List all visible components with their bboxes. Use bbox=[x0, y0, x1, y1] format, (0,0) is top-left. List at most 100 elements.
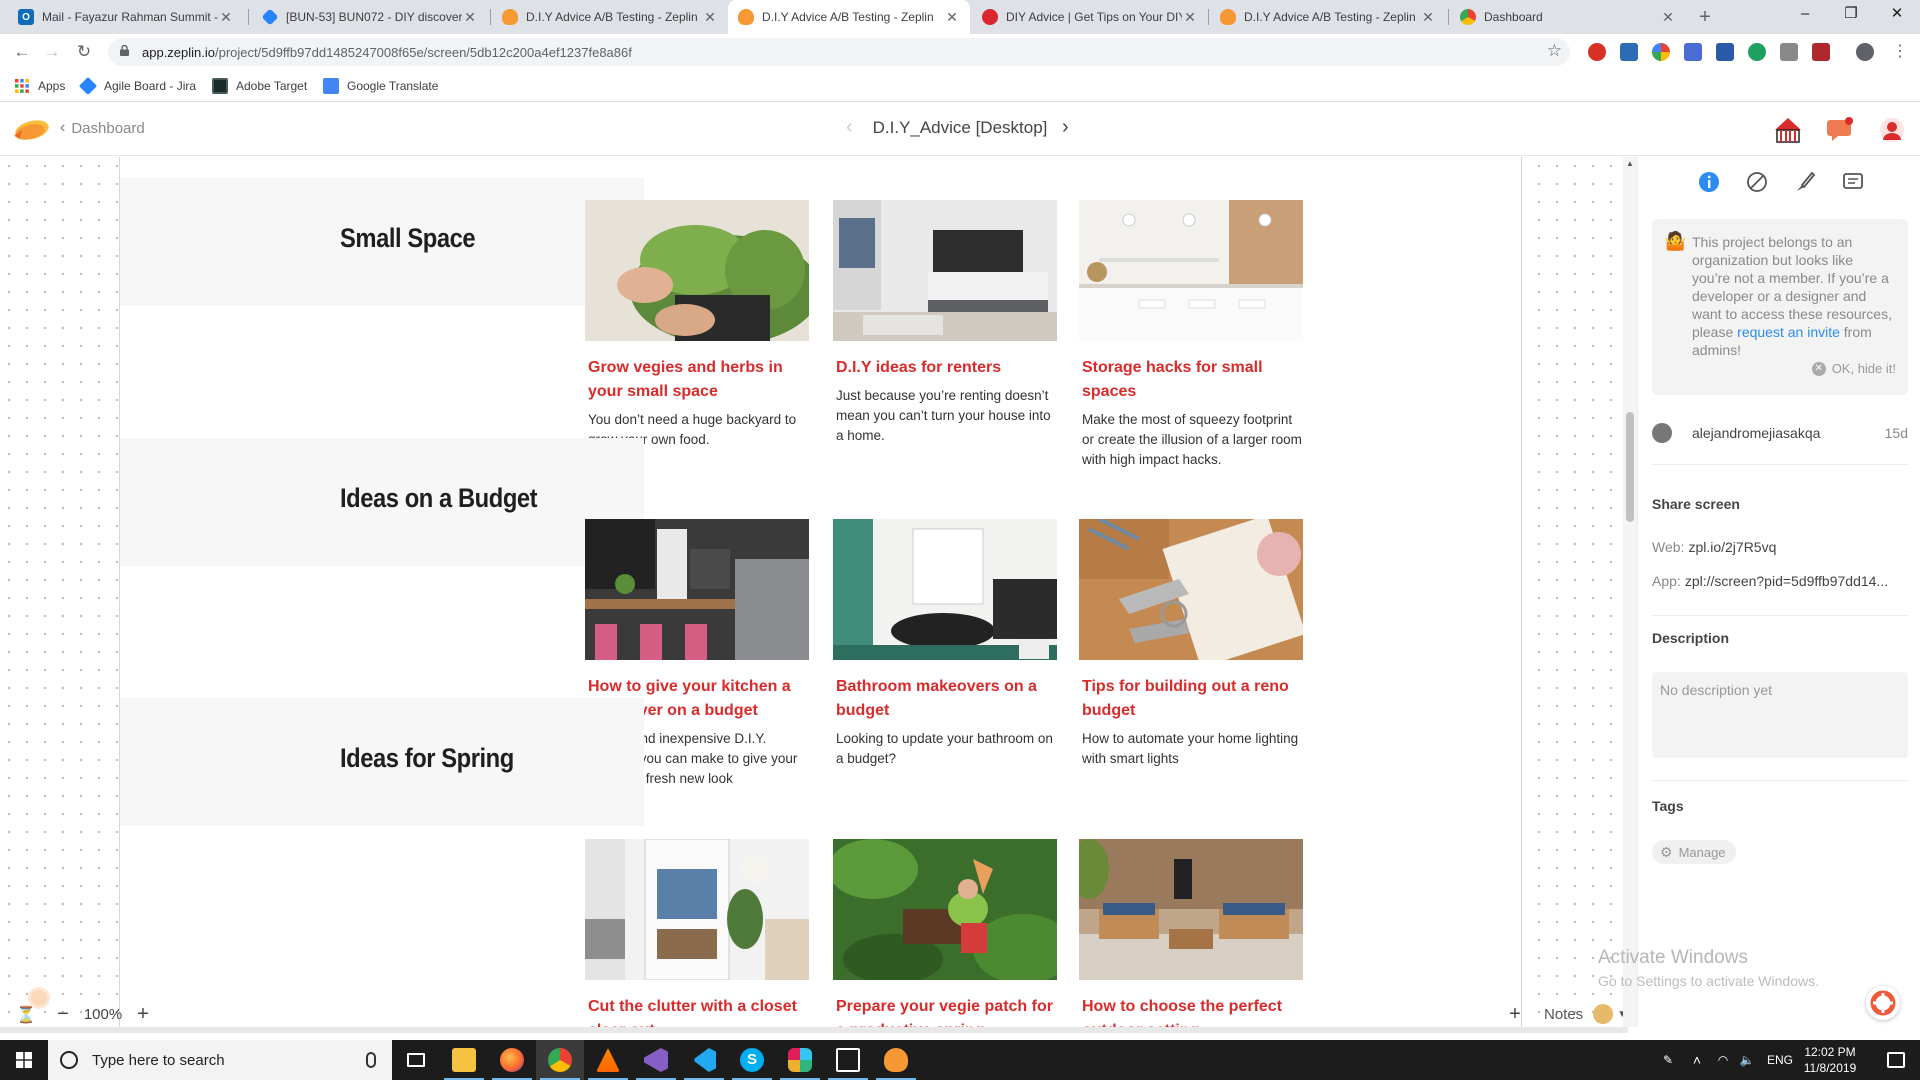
extension-icon[interactable] bbox=[1812, 43, 1830, 61]
bookmark-apps[interactable]: Apps bbox=[14, 78, 65, 94]
zoom-out-button[interactable]: − bbox=[50, 1003, 76, 1026]
more-menu-icon[interactable]: ⋮ bbox=[1888, 40, 1912, 64]
bookmark-jira[interactable]: Agile Board - Jira bbox=[78, 76, 196, 96]
browser-tab-active[interactable]: D.I.Y Advice A/B Testing - Zeplin ✕ bbox=[728, 0, 970, 34]
styleguide-brush-icon[interactable] bbox=[1792, 169, 1818, 195]
network-icon[interactable]: ◠ bbox=[1712, 1053, 1734, 1067]
organization-avatar-icon[interactable] bbox=[1772, 114, 1804, 146]
bookmark-google-translate[interactable]: Google Translate bbox=[323, 78, 438, 94]
extension-icon[interactable] bbox=[1748, 43, 1766, 61]
notifications-icon[interactable] bbox=[1824, 114, 1856, 146]
card-title[interactable]: How to choose the perfect outdoor settin… bbox=[1079, 995, 1303, 1027]
profile-icon[interactable] bbox=[1856, 43, 1874, 61]
extension-icon[interactable] bbox=[1780, 43, 1798, 61]
browser-tab[interactable]: O Mail - Fayazur Rahman Summit - ✕ bbox=[8, 0, 244, 34]
close-icon[interactable]: ✕ bbox=[1420, 9, 1436, 26]
comments-icon[interactable] bbox=[1840, 169, 1866, 195]
card-title[interactable]: Cut the clutter with a closet clear out bbox=[585, 995, 809, 1027]
emoji-avatar-icon[interactable] bbox=[1593, 1004, 1614, 1024]
zoom-level[interactable]: 100% bbox=[76, 1006, 130, 1023]
zeplin-icon[interactable] bbox=[872, 1040, 920, 1080]
reload-icon[interactable]: ↻ bbox=[72, 40, 96, 64]
forward-arrow-icon[interactable]: → bbox=[40, 40, 64, 64]
request-invite-link[interactable]: request an invite bbox=[1737, 324, 1840, 340]
close-icon[interactable]: ✕ bbox=[218, 9, 234, 26]
microphone-icon[interactable] bbox=[366, 1052, 376, 1068]
photos-icon[interactable] bbox=[824, 1040, 872, 1080]
card-title[interactable]: Storage hacks for small spaces bbox=[1079, 356, 1303, 404]
back-arrow-icon[interactable]: ← bbox=[10, 40, 34, 64]
extension-icon[interactable] bbox=[1588, 43, 1606, 61]
task-view-icon[interactable] bbox=[392, 1040, 440, 1080]
card-title[interactable]: Prepare your vegie patch for a productiv… bbox=[833, 995, 1057, 1027]
vlc-icon[interactable] bbox=[584, 1040, 632, 1080]
pen-workspace-icon[interactable]: ✎ bbox=[1654, 1053, 1682, 1067]
user-avatar[interactable] bbox=[1876, 114, 1908, 146]
article-card[interactable]: Grow vegies and herbs in your small spac… bbox=[585, 200, 809, 450]
browser-tab[interactable]: Dashboard ✕ bbox=[1450, 0, 1686, 34]
slack-icon[interactable] bbox=[776, 1040, 824, 1080]
zoom-in-button[interactable]: + bbox=[130, 1003, 156, 1026]
article-card[interactable]: D.I.Y ideas for renters Just because you… bbox=[833, 200, 1057, 446]
taskbar-search-box[interactable]: Type here to search bbox=[48, 1040, 392, 1080]
maximize-button[interactable]: ❐ bbox=[1828, 0, 1874, 30]
close-icon[interactable]: ✕ bbox=[1182, 9, 1198, 26]
vertical-scrollbar[interactable]: ▲ bbox=[1623, 157, 1637, 1027]
chrome-icon[interactable] bbox=[536, 1040, 584, 1080]
app-link[interactable]: zpl://screen?pid=5d9ffb97dd14... bbox=[1685, 573, 1888, 589]
description-field[interactable]: No description yet bbox=[1652, 672, 1908, 758]
hourglass-icon[interactable]: ⏳ bbox=[16, 1005, 36, 1025]
article-card[interactable]: Prepare your vegie patch for a productiv… bbox=[833, 839, 1057, 1027]
firefox-icon[interactable] bbox=[488, 1040, 536, 1080]
notification-center-icon[interactable] bbox=[1872, 1040, 1920, 1080]
card-title[interactable]: Grow vegies and herbs in your small spac… bbox=[585, 356, 809, 404]
close-icon[interactable]: ✕ bbox=[462, 9, 478, 26]
add-note-button[interactable]: + bbox=[1500, 1003, 1530, 1026]
close-icon[interactable]: ✕ bbox=[1660, 9, 1676, 26]
extension-icon[interactable] bbox=[1652, 43, 1670, 61]
browser-tab[interactable]: DIY Advice | Get Tips on Your DIY ✕ bbox=[972, 0, 1208, 34]
minimize-button[interactable]: – bbox=[1782, 0, 1828, 30]
extension-icon[interactable] bbox=[1684, 43, 1702, 61]
vscode-icon[interactable] bbox=[680, 1040, 728, 1080]
close-icon[interactable]: ✕ bbox=[944, 9, 960, 26]
card-title[interactable]: Tips for building out a reno budget bbox=[1079, 675, 1303, 723]
windows-start-button[interactable] bbox=[0, 1040, 48, 1080]
design-canvas[interactable]: Small Space Grow vegies and herbs in you… bbox=[0, 157, 1628, 1027]
extension-icon[interactable] bbox=[1716, 43, 1734, 61]
card-title[interactable]: Bathroom makeovers on a budget bbox=[833, 675, 1057, 723]
article-card[interactable]: Storage hacks for small spaces Make the … bbox=[1079, 200, 1303, 470]
browser-tab[interactable]: [BUN-53] BUN072 - DIY discover ✕ bbox=[252, 0, 488, 34]
close-icon[interactable]: ✕ bbox=[702, 9, 718, 26]
hide-notice-button[interactable]: ✕ OK, hide it! bbox=[1811, 361, 1896, 376]
web-link[interactable]: zpl.io/2j7R5vq bbox=[1688, 539, 1776, 555]
bookmark-adobe-target[interactable]: Adobe Target bbox=[212, 78, 307, 94]
chevron-up-icon[interactable]: ˄ bbox=[1682, 1052, 1712, 1068]
file-explorer-icon[interactable] bbox=[440, 1040, 488, 1080]
bookmark-star-icon[interactable]: ☆ bbox=[1547, 41, 1562, 61]
article-card[interactable]: Tips for building out a reno budget How … bbox=[1079, 519, 1303, 769]
next-screen-chevron-icon[interactable]: › bbox=[1062, 116, 1069, 139]
help-lifebuoy-icon[interactable] bbox=[1866, 986, 1900, 1020]
skype-icon[interactable]: S bbox=[728, 1040, 776, 1080]
info-icon[interactable] bbox=[1696, 169, 1722, 195]
notes-label[interactable]: Notes bbox=[1544, 1006, 1583, 1023]
scrollbar-thumb[interactable] bbox=[1626, 412, 1634, 522]
taskbar-clock[interactable]: 12:02 PM 11/8/2019 bbox=[1788, 1044, 1872, 1076]
card-title[interactable]: D.I.Y ideas for renters bbox=[833, 356, 1057, 380]
manage-tags-button[interactable]: ⚙ Manage bbox=[1652, 840, 1736, 864]
assets-icon[interactable] bbox=[1744, 169, 1770, 195]
volume-icon[interactable]: 🔈 bbox=[1734, 1053, 1760, 1067]
address-bar[interactable]: app.zeplin.io/project/5d9ffb97dd14852470… bbox=[108, 38, 1570, 66]
browser-tab[interactable]: D.I.Y Advice A/B Testing - Zeplin ✕ bbox=[492, 0, 728, 34]
new-tab-button[interactable]: + bbox=[1692, 4, 1718, 30]
article-card[interactable]: Cut the clutter with a closet clear out bbox=[585, 839, 809, 1027]
browser-tab[interactable]: D.I.Y Advice A/B Testing - Zeplin ✕ bbox=[1210, 0, 1446, 34]
extension-icon[interactable] bbox=[1620, 43, 1638, 61]
scroll-up-arrow-icon[interactable]: ▲ bbox=[1626, 159, 1634, 168]
horizontal-scrollbar[interactable] bbox=[0, 1027, 1628, 1033]
article-card[interactable]: How to choose the perfect outdoor settin… bbox=[1079, 839, 1303, 1027]
visual-studio-icon[interactable] bbox=[632, 1040, 680, 1080]
window-close-button[interactable]: ✕ bbox=[1874, 0, 1920, 30]
article-card[interactable]: Bathroom makeovers on a budget Looking t… bbox=[833, 519, 1057, 769]
